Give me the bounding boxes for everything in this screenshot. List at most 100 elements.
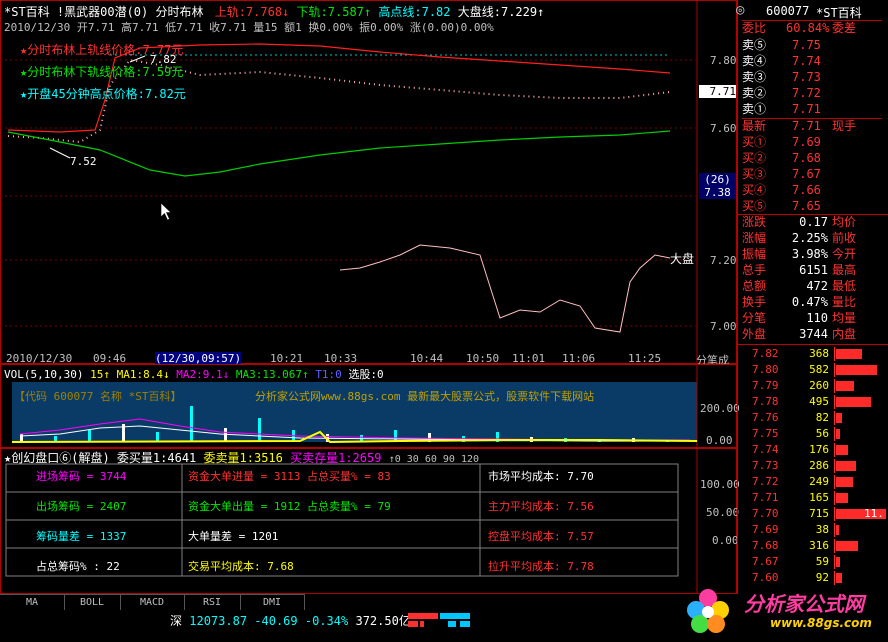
distribution-bar-frame [834,571,835,585]
quote-stats: 涨跌 0.17 均价 涨幅 2.25% 前收 振幅 3.98% 今开 总手 6151 最高 总额 472 最… [738,214,888,341]
bid-price: 7.68 [792,151,821,165]
vol-overlay-code: 【代码 600077 名称 *ST百科】 [14,390,182,403]
distribution-volume: 260 [809,379,829,392]
bid-price: 7.69 [792,135,821,149]
quote-stat-label: 分笔 [742,311,767,325]
quote-stat-row: 振幅 3.98% 今开 [742,247,882,262]
distribution-volume: 286 [809,459,829,472]
market-index: 12073.87 [189,614,248,628]
volume-bar [20,434,23,442]
distribution-bar [836,461,856,471]
bid-ask-volume: 买卖存量1:2659 [290,451,382,465]
high-line-value: 7.82 [421,5,451,19]
distribution-row: 7.82 368 [738,347,888,361]
distribution-volume: 368 [809,347,829,360]
index-line-label: 大盘线: [457,5,501,19]
current-price-tag: 7.71 [699,85,736,98]
distribution-row: 7.60 92 [738,571,888,585]
stat-axis-50: 50.00 [706,506,740,519]
ask-level-label: 卖⑤ [742,38,767,52]
stat-cell: 资金大单进量 = 3113 占总买量% = 83 [188,470,391,483]
distribution-row: 7.76 82 [738,411,888,425]
distribution-bar [836,397,871,407]
distribution-bar [836,557,840,567]
ask-level-label: 卖④ [742,54,767,68]
stat-scale: ↑0 30 60 90 120 [388,454,480,465]
distribution-price: 7.79 [752,379,779,392]
quote-stat-label: 振幅 [742,247,767,261]
ask-price: 7.73 [792,70,821,84]
latest-price: 7.71 [792,119,821,133]
distribution-bar [836,573,842,583]
bollinger-lower-line [7,130,671,177]
quote-stat-row: 总手 6151 最高 [742,263,882,278]
circle-icon[interactable]: ◎ [736,2,744,18]
upper-band-value: 7.768 [245,5,283,19]
distribution-price: 7.70 [752,507,779,520]
webi-value: 60.84% [786,21,830,35]
distribution-price: 7.60 [752,571,779,584]
distribution-price: 7.71 [752,491,779,504]
volume-chart[interactable]: VOL(5,10,30) 15↑ MA1:8.4↓ MA2:9.1↓ MA3:1… [0,364,740,448]
tab-dmi[interactable]: DMI [240,594,305,611]
distribution-bar [836,381,854,391]
quote-stat-value: 3744 [799,327,828,341]
stat-cell: 进场筹码 = 3744 [36,470,127,483]
stat-cell: 资金大单出量 = 1912 占总卖量% = 79 [188,500,391,513]
distribution-bar [836,349,862,359]
distribution-row: 7.71 165 [738,491,888,505]
distribution-bar [836,445,848,455]
intraday-chart[interactable]: *ST百科 !黑武器00潜(0) 分时布林 上轨:7.768↓ 下轨:7.587… [0,0,737,364]
quote-stat-right-label: 均量 [832,311,857,325]
distribution-bar [836,541,858,551]
distribution-price: 7.74 [752,443,779,456]
quote-stat-label: 换手 [742,295,767,309]
distribution-row: 7.78 495 [738,395,888,409]
bid-volume: 委买量1:4641 [116,451,197,465]
tab-ma[interactable]: MA [0,594,65,611]
bid-price: 7.67 [792,167,821,181]
distribution-bar [836,365,877,375]
distribution-volume: 582 [809,363,829,376]
vol-pick: 选股:0 [348,368,384,381]
market-amount: 372.50亿 [355,614,411,628]
distribution-price: 7.68 [752,539,779,552]
quote-stat-value: 472 [806,279,828,293]
distribution-bar-frame [834,395,835,409]
tab-macd[interactable]: MACD [120,594,185,611]
quote-stat-value: 0.47% [791,295,828,309]
stat-axis-0: 0.00 [712,534,739,547]
lower-band-value: 7.587 [327,5,364,19]
low-mark-label: 7.52 [70,155,97,168]
quote-stat-value: 6151 [799,263,828,277]
quote-stat-value: 2.25% [791,231,828,245]
low-pointer [49,147,71,159]
volume-bar [224,428,227,442]
index-line-tag: 大盘 [670,252,695,266]
distribution-row: 7.68 316 [738,539,888,553]
vol-ma1: MA1:8.4↓ [116,368,170,381]
tab-boll[interactable]: BOLL [64,594,121,611]
quote-stat-label: 外盘 [742,327,767,341]
distribution-volume: 92 [815,571,829,584]
mouse-cursor-icon [160,202,172,221]
distribution-price: 7.72 [752,475,779,488]
bid-price: 7.66 [792,183,821,197]
distribution-price: 7.67 [752,555,779,568]
crosshair-price-box: (26) 7.38 [699,173,736,199]
ask-level-label: 卖① [742,102,767,116]
latest-label: 最新 [742,119,767,133]
arrow-up-icon: ↑ [363,5,372,19]
stat-axis-100: 100.00 [700,478,740,491]
tab-rsi[interactable]: RSI [184,594,241,611]
ask-price: 7.74 [792,54,821,68]
volume-bar [88,430,91,442]
stat-cell: 控盘平均成本: 7.57 [488,530,594,543]
quote-stat-row: 外盘 3744 内盘 [742,327,882,342]
vol-ma2: MA2:9.1↓ [176,368,230,381]
distribution-bar-frame [834,427,835,441]
distribution-volume: 176 [809,443,829,456]
distribution-bar-frame [834,347,835,361]
crosshair-price: 7.38 [704,186,731,199]
indicator-tabs: MA BOLL MACD RSI DMI [0,594,737,611]
